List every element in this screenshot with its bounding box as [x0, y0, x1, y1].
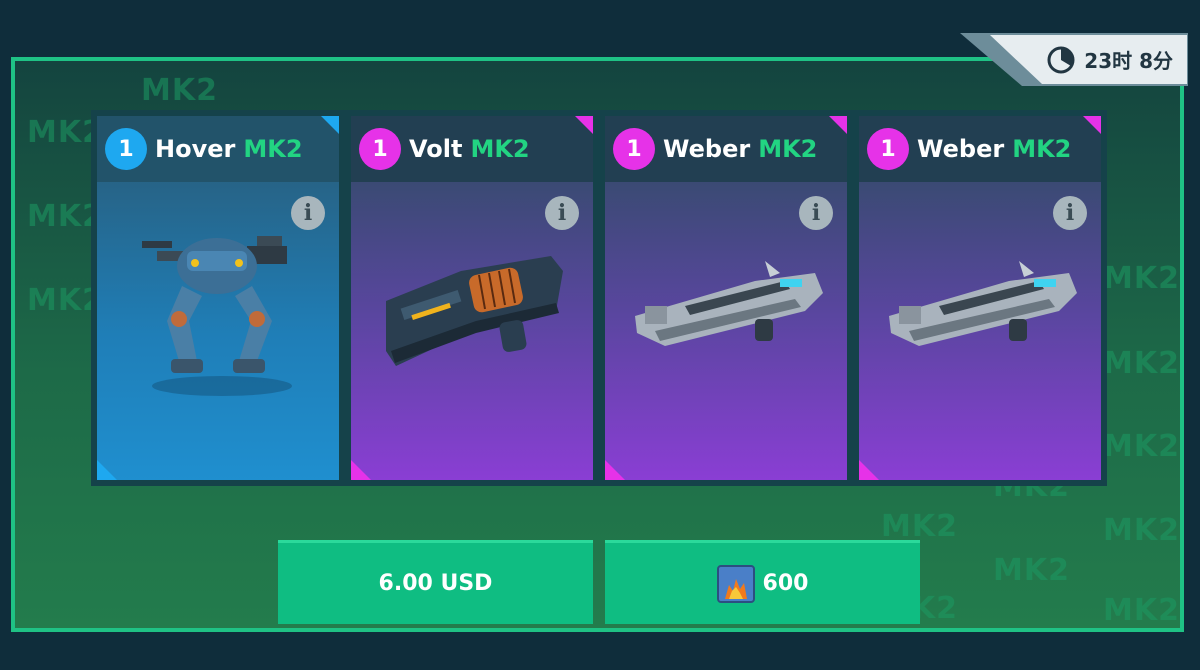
card-title: Weber MK2: [663, 135, 818, 163]
level-badge: 1: [867, 128, 909, 170]
mk2-watermark: MK2: [881, 509, 958, 544]
level-badge: 1: [359, 128, 401, 170]
card-header: 1 Hover MK2: [97, 116, 339, 182]
platinum-currency-icon: [716, 564, 755, 603]
mk2-watermark: MK2: [1103, 429, 1180, 464]
card-volt[interactable]: 1 Volt MK2 i: [351, 116, 593, 480]
card-weber-2[interactable]: 1 Weber MK2 i: [859, 116, 1101, 480]
level-badge: 1: [105, 128, 147, 170]
timer-text: 23时 8分: [1084, 49, 1173, 73]
clock-icon: [1047, 46, 1075, 73]
card-weber[interactable]: 1 Weber MK2 i: [605, 116, 847, 480]
card-title: Volt MK2: [409, 135, 530, 163]
buy-usd-button[interactable]: 6.00 USD: [278, 540, 593, 624]
mk2-watermark: MK2: [1103, 593, 1180, 628]
corner-accent: [859, 460, 879, 480]
buy-currency-button[interactable]: 600: [605, 540, 920, 624]
currency-amount: 600: [762, 571, 809, 596]
mk2-watermark: MK2: [1103, 261, 1180, 296]
corner-accent: [829, 116, 847, 134]
mk2-watermark: MK2: [1103, 346, 1180, 381]
mk2-watermark: MK2: [1103, 513, 1180, 548]
mk2-watermark: MK2: [993, 553, 1070, 588]
card-hover[interactable]: 1 Hover MK2 i: [97, 116, 339, 480]
corner-accent: [321, 116, 339, 134]
volt-weapon-image: [386, 256, 563, 366]
card-header: 1 Weber MK2: [859, 116, 1101, 182]
level-badge: 1: [613, 128, 655, 170]
corner-accent: [575, 116, 593, 134]
weber-weapon-image: [635, 261, 823, 346]
corner-accent: [605, 460, 625, 480]
card-header: 1 Volt MK2: [351, 116, 593, 182]
corner-accent: [1083, 116, 1101, 134]
hover-robot-image: [142, 236, 292, 396]
price-label: 6.00 USD: [378, 571, 493, 596]
card-title: Weber MK2: [917, 135, 1072, 163]
mk2-watermark: MK2: [141, 73, 218, 108]
card-header: 1 Weber MK2: [605, 116, 847, 182]
card-title: Hover MK2: [155, 135, 303, 163]
corner-accent: [97, 460, 117, 480]
corner-accent: [351, 460, 371, 480]
weber-weapon-image: [889, 261, 1077, 346]
